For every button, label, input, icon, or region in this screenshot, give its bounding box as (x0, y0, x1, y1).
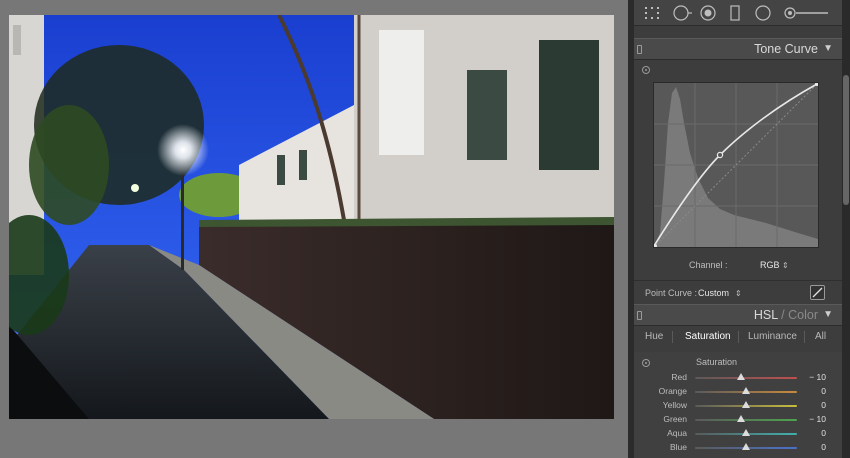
slider-label: Blue (669, 442, 687, 452)
slider-row-orange: Orange 0 (634, 385, 842, 399)
slider-handle[interactable] (742, 387, 750, 394)
slider-value[interactable]: − 10 (809, 372, 826, 382)
graduated-filter-icon[interactable] (728, 3, 742, 23)
color-title[interactable]: Color (788, 308, 818, 322)
slider-track[interactable] (695, 377, 797, 379)
panel-scrollbar[interactable] (842, 0, 850, 458)
tab-separator (738, 331, 739, 343)
hsl-title-separator: / (777, 308, 789, 322)
slider-handle[interactable] (736, 415, 745, 422)
targeted-adjustment-icon[interactable] (642, 66, 650, 74)
slider-handle[interactable] (742, 443, 750, 450)
slider-value[interactable]: 0 (821, 442, 826, 452)
slider-value[interactable]: 0 (821, 386, 826, 396)
slider-row-blue: Blue 0 (634, 441, 842, 455)
slider-row-red: Red − 10 (634, 371, 842, 385)
point-curve-row: Point Curve : Custom ⇕ (634, 280, 842, 304)
channel-dropdown-icon[interactable]: ⇕ (782, 261, 789, 270)
crop-icon[interactable] (671, 3, 693, 23)
saturation-group-label: Saturation (696, 357, 738, 367)
panel-switch-icon[interactable] (637, 45, 642, 54)
hsl-color-header[interactable]: HSL / Color ▼ (634, 304, 842, 326)
tab-separator (672, 331, 673, 343)
tab-hue[interactable]: Hue (645, 331, 663, 342)
curve-edit-icon (812, 287, 823, 298)
slider-label: Red (671, 372, 687, 382)
slider-label: Yellow (662, 400, 687, 410)
spot-removal-icon[interactable] (698, 3, 718, 23)
tab-saturation[interactable]: Saturation (685, 331, 731, 342)
point-curve-label: Point Curve : (645, 288, 698, 298)
hsl-saturation-group: Saturation Red − 10 Orange 0 Yellow 0 Green − 1… (634, 352, 842, 458)
slider-value[interactable]: − 10 (809, 414, 826, 424)
radial-filter-icon[interactable] (753, 3, 773, 23)
point-curve-dropdown-icon[interactable]: ⇕ (735, 289, 742, 298)
tab-luminance[interactable]: Luminance (748, 331, 797, 342)
panel-switch-icon[interactable] (637, 311, 642, 320)
hsl-title[interactable]: HSL (754, 308, 778, 322)
hsl-color-title: HSL / Color (754, 308, 818, 322)
slider-track[interactable] (695, 419, 797, 421)
adjustment-brush-icon[interactable] (782, 3, 830, 23)
edit-point-curve-button[interactable] (810, 285, 825, 300)
slider-handle[interactable] (742, 401, 750, 408)
scrollbar-thumb[interactable] (843, 75, 849, 205)
slider-row-green: Green − 10 (634, 413, 842, 427)
slider-value[interactable]: 0 (821, 428, 826, 438)
channel-select[interactable]: RGB (760, 260, 780, 270)
slider-row-yellow: Yellow 0 (634, 399, 842, 413)
tone-curve-title: Tone Curve (754, 42, 818, 56)
tab-separator (804, 331, 805, 343)
photo-preview[interactable] (9, 15, 614, 419)
slider-value[interactable]: 0 (821, 400, 826, 410)
point-curve-select[interactable]: Custom (698, 288, 729, 298)
slider-handle[interactable] (742, 429, 750, 436)
slider-label: Aqua (667, 428, 687, 438)
tab-all[interactable]: All (815, 331, 826, 342)
slider-label: Orange (658, 386, 687, 396)
channel-label: Channel : (689, 260, 728, 270)
slider-label: Green (663, 414, 687, 424)
photo-canvas[interactable] (0, 0, 628, 458)
slider-handle[interactable] (736, 373, 745, 380)
develop-panel: Tone Curve ▼ Channel : RGB ⇕ Point Curve… (634, 0, 850, 458)
tool-strip (634, 0, 842, 26)
tone-curve-header[interactable]: Tone Curve ▼ (634, 38, 842, 60)
hsl-tabs: Hue Saturation Luminance All (634, 327, 842, 347)
curve-point-mid (716, 151, 724, 159)
tone-curve-graph[interactable] (653, 82, 819, 248)
targeted-adjustment-icon[interactable] (642, 359, 650, 367)
slider-row-aqua: Aqua 0 (634, 427, 842, 441)
collapse-triangle-icon[interactable]: ▼ (823, 43, 833, 54)
grid-overlay-icon[interactable] (642, 3, 662, 23)
collapse-triangle-icon[interactable]: ▼ (823, 309, 833, 320)
